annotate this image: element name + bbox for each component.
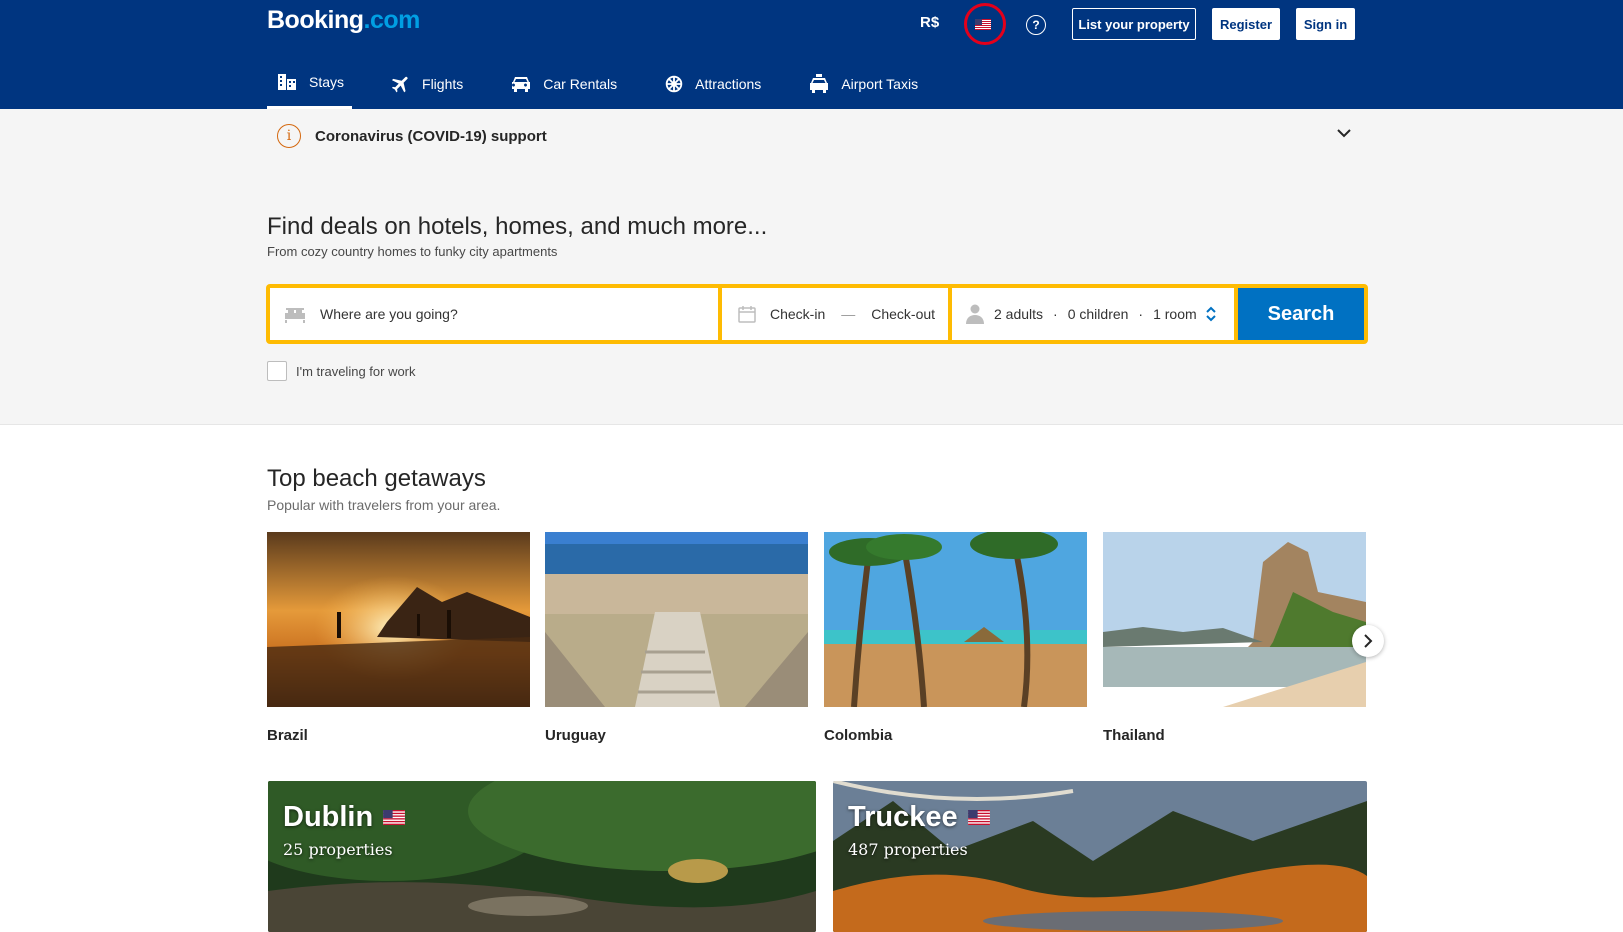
airplane-icon (391, 76, 408, 92)
beach-name: Brazil (267, 727, 308, 744)
hero-section: i Coronavirus (COVID-19) support Find de… (0, 109, 1623, 425)
beach-name: Colombia (824, 727, 893, 744)
beach-image (1103, 532, 1366, 707)
nav-label: Attractions (695, 75, 762, 92)
property-count: 487 properties (848, 840, 968, 859)
attractions-icon (665, 75, 683, 92)
booking-logo[interactable]: Booking.com (267, 6, 420, 35)
calendar-icon (738, 306, 756, 323)
help-icon[interactable]: ? (1026, 15, 1046, 35)
checkout-label: Check-out (871, 306, 936, 322)
beach-image (545, 532, 808, 707)
us-flag-icon (967, 810, 990, 825)
search-button[interactable]: Search (1238, 288, 1364, 340)
carousel-next-button[interactable] (1352, 625, 1384, 657)
children-count: 0 children (1067, 306, 1129, 322)
date-dash: — (841, 306, 856, 322)
nav-stays[interactable]: Stays (267, 58, 353, 109)
register-button[interactable]: Register (1212, 8, 1280, 40)
guests-field[interactable]: 2 adults · 0 children · 1 room (952, 288, 1234, 340)
beach-card-uruguay[interactable]: Uruguay (545, 532, 808, 744)
beach-card-colombia[interactable]: Colombia (824, 532, 1087, 744)
destination-city: Dublin (283, 801, 406, 834)
bed-icon (285, 308, 305, 323)
hero-title: Find deals on hotels, homes, and much mo… (267, 213, 768, 240)
language-button[interactable] (962, 4, 1004, 44)
sign-in-button[interactable]: Sign in (1296, 8, 1355, 40)
list-property-button[interactable]: List your property (1072, 8, 1196, 40)
hero-subtitle: From cozy country homes to funky city ap… (267, 244, 558, 259)
separator: · (1138, 306, 1144, 322)
nav-airport-taxis[interactable]: Airport Taxis (799, 58, 926, 109)
chevron-right-icon (1363, 634, 1372, 648)
destination-card-truckee[interactable]: Truckee 487 properties (833, 781, 1367, 932)
destination-placeholder: Where are you going? (320, 306, 458, 322)
nav-label: Airport Taxis (841, 75, 919, 92)
beach-image (267, 532, 530, 707)
logo-suffix: .com (363, 6, 421, 34)
destination-field[interactable]: Where are you going? (270, 288, 718, 340)
us-flag-icon (383, 810, 406, 825)
destination-city: Truckee (848, 801, 990, 834)
city-name: Dublin (283, 801, 374, 833)
separator: · (1053, 306, 1058, 322)
property-count: 25 properties (283, 840, 393, 859)
beach-name: Thailand (1103, 727, 1165, 744)
beach-name: Uruguay (545, 727, 606, 744)
work-label: I'm traveling for work (296, 363, 416, 379)
nav-car-rentals[interactable]: Car Rentals (501, 58, 625, 109)
nav-label: Stays (309, 74, 345, 90)
work-checkbox[interactable] (267, 361, 287, 381)
covid-banner[interactable]: i Coronavirus (COVID-19) support (277, 124, 547, 148)
us-flag-icon (975, 18, 991, 30)
adults-count: 2 adults (994, 306, 1044, 322)
info-icon: i (277, 124, 301, 148)
logo-text: Booking (267, 6, 364, 34)
work-travel-option[interactable]: I'm traveling for work (267, 361, 416, 381)
section-subtitle: Popular with travelers from your area. (267, 497, 501, 513)
taxi-icon (810, 73, 829, 93)
car-icon (512, 76, 531, 92)
chevron-down-icon[interactable] (1337, 129, 1351, 138)
person-icon (966, 304, 984, 324)
currency-button[interactable]: R$ (920, 14, 939, 31)
city-name: Truckee (848, 801, 958, 833)
beach-card-brazil[interactable]: Brazil (267, 532, 530, 744)
beach-image (824, 532, 1087, 707)
main-nav: Stays Flights Car Rentals Attractions Ai… (267, 58, 956, 109)
updown-icon (1206, 306, 1216, 322)
bed-icon (278, 74, 296, 90)
beach-card-thailand[interactable]: Thailand (1103, 532, 1366, 744)
checkin-label: Check-in (770, 306, 826, 322)
nav-label: Flights (422, 75, 464, 92)
nav-label: Car Rentals (543, 75, 618, 92)
header: Booking.com R$ ? List your property Regi… (0, 0, 1623, 109)
nav-flights[interactable]: Flights (382, 58, 471, 109)
destination-card-dublin[interactable]: Dublin 25 properties (268, 781, 816, 932)
rooms-count: 1 room (1153, 306, 1197, 322)
nav-attractions[interactable]: Attractions (655, 58, 769, 109)
section-title: Top beach getaways (267, 465, 486, 492)
date-field[interactable]: Check-in — Check-out (722, 288, 948, 340)
search-bar: Where are you going? Check-in — Check-ou… (266, 284, 1368, 344)
covid-label: Coronavirus (COVID-19) support (315, 127, 547, 145)
